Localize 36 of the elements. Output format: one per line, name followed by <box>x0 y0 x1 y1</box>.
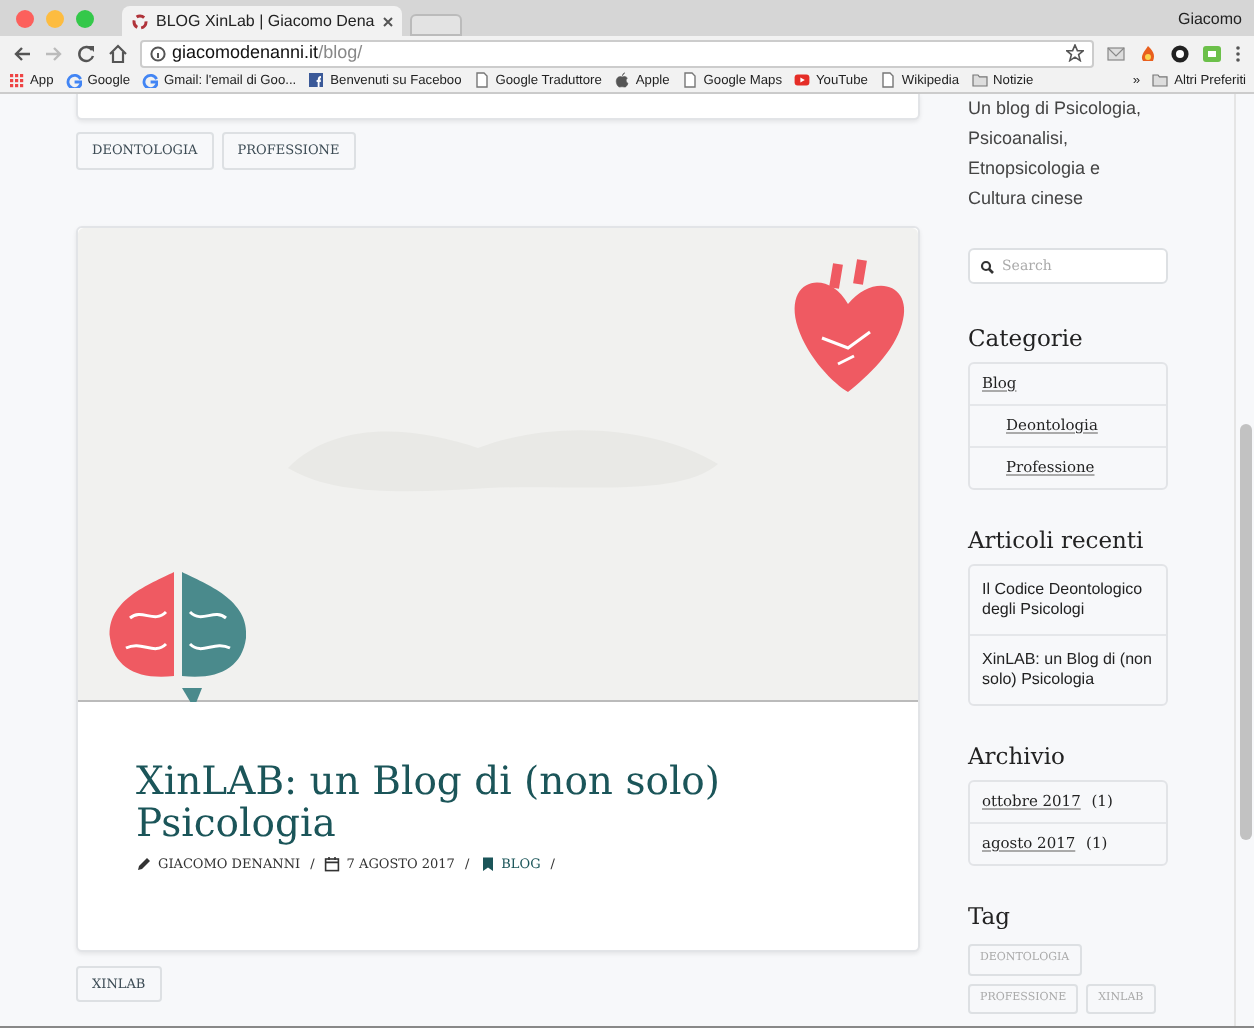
profile-name[interactable]: Giacomo <box>1177 8 1242 32</box>
info-icon <box>150 45 166 61</box>
blog-description: Un blog di Psicologia, Psicoanalisi, Etnopsicologia e Cultura cinese <box>968 96 1144 212</box>
forward-icon[interactable] <box>44 43 64 63</box>
address-bar[interactable]: giacomodenanni.it/blog/ <box>140 39 1094 67</box>
video-icon <box>794 72 810 89</box>
site-icon <box>132 13 148 29</box>
url-text: giacomodenanni.it/blog/ <box>172 39 363 66</box>
post-title[interactable]: XinLAB: un Blog di (non solo) Psicologia <box>136 759 776 843</box>
menu-icon[interactable] <box>1234 43 1242 63</box>
home-icon[interactable] <box>108 43 128 63</box>
apps-icon <box>8 72 24 89</box>
post-link[interactable]: Il Codice Deontologico degli Psicologi <box>982 574 1154 626</box>
calendar-icon <box>324 856 341 873</box>
widget-title: Articoli recenti <box>968 526 1146 554</box>
search-icon <box>980 259 994 273</box>
pencil-icon <box>136 856 152 873</box>
post-link[interactable]: XinLAB: un Blog di (non solo) Psicologia <box>982 644 1154 696</box>
facebook-icon <box>308 72 325 89</box>
star-icon[interactable] <box>1066 44 1084 62</box>
browser-tab[interactable]: BLOG XinLab | Giacomo Dena <box>122 6 402 36</box>
apple-icon <box>613 72 630 89</box>
google-icon <box>65 72 82 89</box>
back-icon[interactable] <box>12 43 32 63</box>
close-icon[interactable] <box>382 15 395 27</box>
bookmark-icon <box>479 856 496 873</box>
widget-title: Archivio <box>968 742 1067 770</box>
widget-title: Tag <box>968 902 1012 930</box>
app-extension-icon[interactable] <box>1202 43 1222 63</box>
scrollbar-thumb[interactable] <box>1240 424 1252 840</box>
reload-icon[interactable] <box>76 43 96 63</box>
google-icon <box>142 72 158 89</box>
widget-title: Categorie <box>968 324 1085 352</box>
mail-extension-icon[interactable] <box>1106 43 1126 63</box>
circle-extension-icon[interactable] <box>1170 43 1190 63</box>
flame-extension-icon[interactable] <box>1138 43 1158 63</box>
